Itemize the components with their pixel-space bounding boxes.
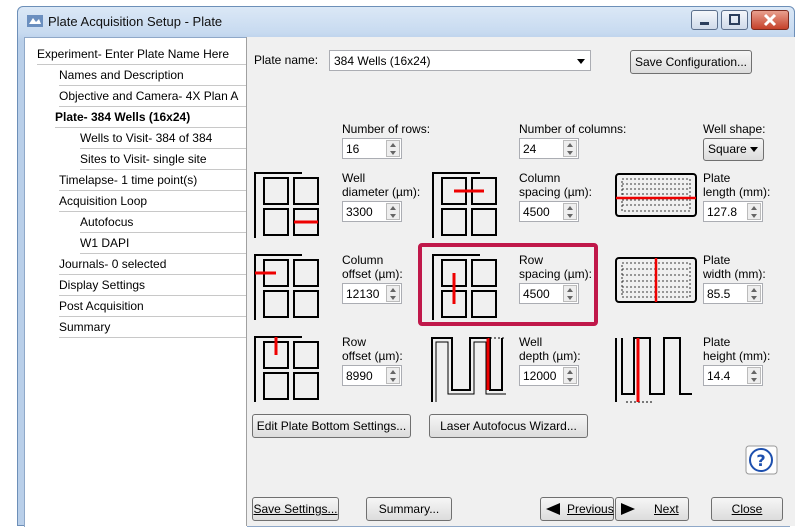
plate-height-diagram [615,337,692,403]
plate-name-label: Plate name: [254,53,319,67]
column-offset-diagram [254,254,319,320]
tree-item-sites[interactable]: Sites to Visit- single site [80,149,247,170]
rows-label: Number of rows: [342,122,431,136]
row-offset-label-2: offset (µm): [342,349,403,363]
spin-arrows-icon[interactable] [386,367,400,384]
column-spacing-label-2: spacing (µm): [519,185,592,199]
previous-button[interactable]: Previous [540,497,614,521]
columns-stepper[interactable]: 24 [519,138,579,159]
spin-arrows-icon[interactable] [563,367,577,384]
tree-item-objective[interactable]: Objective and Camera- 4X Plan A [59,86,247,107]
spin-arrows-icon[interactable] [386,285,400,302]
close-window-button[interactable] [751,10,789,30]
column-spacing-stepper[interactable]: 4500 [519,201,579,222]
spin-arrows-icon[interactable] [386,140,400,157]
tree-item-wells[interactable]: Wells to Visit- 384 of 384 [80,128,247,149]
row-offset-stepper[interactable]: 8990 [342,365,402,386]
minimize-button[interactable] [691,10,718,30]
save-configuration-button[interactable]: Save Configuration... [630,50,752,74]
column-offset-label-1: Column [342,253,384,267]
plate-width-stepper[interactable]: 85.5 [703,283,763,304]
plate-length-label-1: Plate [703,171,731,185]
spin-arrows-icon[interactable] [747,203,761,220]
close-button[interactable]: Close [711,497,783,521]
well-diameter-diagram [254,172,319,238]
column-spacing-diagram [432,172,497,238]
well-shape-label: Well shape: [703,122,766,136]
well-diameter-label-2: diameter (µm): [342,185,421,199]
columns-label: Number of columns: [519,122,627,136]
highlight-box [418,243,598,326]
plate-height-label-2: height (mm): [703,349,771,363]
chevron-down-icon [577,59,585,64]
well-diameter-stepper[interactable]: 3300 [342,201,402,222]
app-icon [27,15,43,27]
tree-item-plate[interactable]: Plate- 384 Wells (16x24) [55,107,247,128]
tree-item-names[interactable]: Names and Description [59,65,247,86]
spin-arrows-icon[interactable] [747,367,761,384]
chevron-down-icon [750,147,758,152]
tree-item-autofocus[interactable]: Autofocus [80,212,247,233]
column-offset-stepper[interactable]: 12130 [342,283,402,304]
spin-arrows-icon[interactable] [563,203,577,220]
column-offset-label-2: offset (µm): [342,267,403,281]
tree-item-summary[interactable]: Summary [59,317,247,338]
help-icon[interactable]: ? [745,445,778,475]
well-depth-diagram [431,337,506,402]
well-shape-select[interactable]: Square [703,138,764,161]
plate-height-label-1: Plate [703,335,731,349]
tree-item-w1-dapi[interactable]: W1 DAPI [80,233,247,254]
well-depth-label-2: depth (µm): [519,349,581,363]
left-arrow-icon [546,503,560,515]
maximize-icon [729,14,740,25]
plate-length-diagram [615,173,697,217]
maximize-button[interactable] [721,10,748,30]
right-arrow-icon [621,503,635,515]
column-spacing-label-1: Column [519,171,561,185]
close-icon [763,13,777,27]
spin-arrows-icon[interactable] [747,285,761,302]
save-settings-button[interactable]: Save Settings... [252,497,339,521]
spin-arrows-icon[interactable] [563,140,577,157]
rows-stepper[interactable]: 16 [342,138,402,159]
minimize-icon [700,22,709,25]
tree-item-journals[interactable]: Journals- 0 selected [59,254,247,275]
edit-plate-bottom-button[interactable]: Edit Plate Bottom Settings... [252,414,411,438]
row-offset-diagram [254,336,319,402]
plate-length-label-2: length (mm): [703,185,771,199]
tree-item-experiment[interactable]: Experiment- Enter Plate Name Here [37,44,247,65]
summary-button[interactable]: Summary... [366,497,452,521]
well-depth-label-1: Well [519,335,543,349]
laser-autofocus-wizard-button[interactable]: Laser Autofocus Wizard... [429,414,588,438]
next-button[interactable]: Next [615,497,689,521]
settings-tree: Experiment- Enter Plate Name Here Names … [25,38,247,528]
tree-item-display[interactable]: Display Settings [59,275,247,296]
spin-arrows-icon[interactable] [386,203,400,220]
tree-item-post-acquisition[interactable]: Post Acquisition [59,296,247,317]
plate-height-stepper[interactable]: 14.4 [703,365,763,386]
plate-name-select[interactable]: 384 Wells (16x24) [329,50,591,71]
well-depth-stepper[interactable]: 12000 [519,365,579,386]
tree-item-acquisition-loop[interactable]: Acquisition Loop [59,191,247,212]
well-diameter-label-1: Well [342,171,366,185]
tree-item-timelapse[interactable]: Timelapse- 1 time point(s) [59,170,247,191]
plate-width-label-2: width (mm): [703,267,766,281]
plate-width-diagram [615,257,697,303]
svg-text:?: ? [756,451,765,470]
window-title: Plate Acquisition Setup - Plate [48,14,223,29]
plate-length-stepper[interactable]: 127.8 [703,201,763,222]
title-bar: Plate Acquisition Setup - Plate [18,7,794,37]
plate-width-label-1: Plate [703,253,731,267]
row-offset-label-1: Row [342,335,367,349]
